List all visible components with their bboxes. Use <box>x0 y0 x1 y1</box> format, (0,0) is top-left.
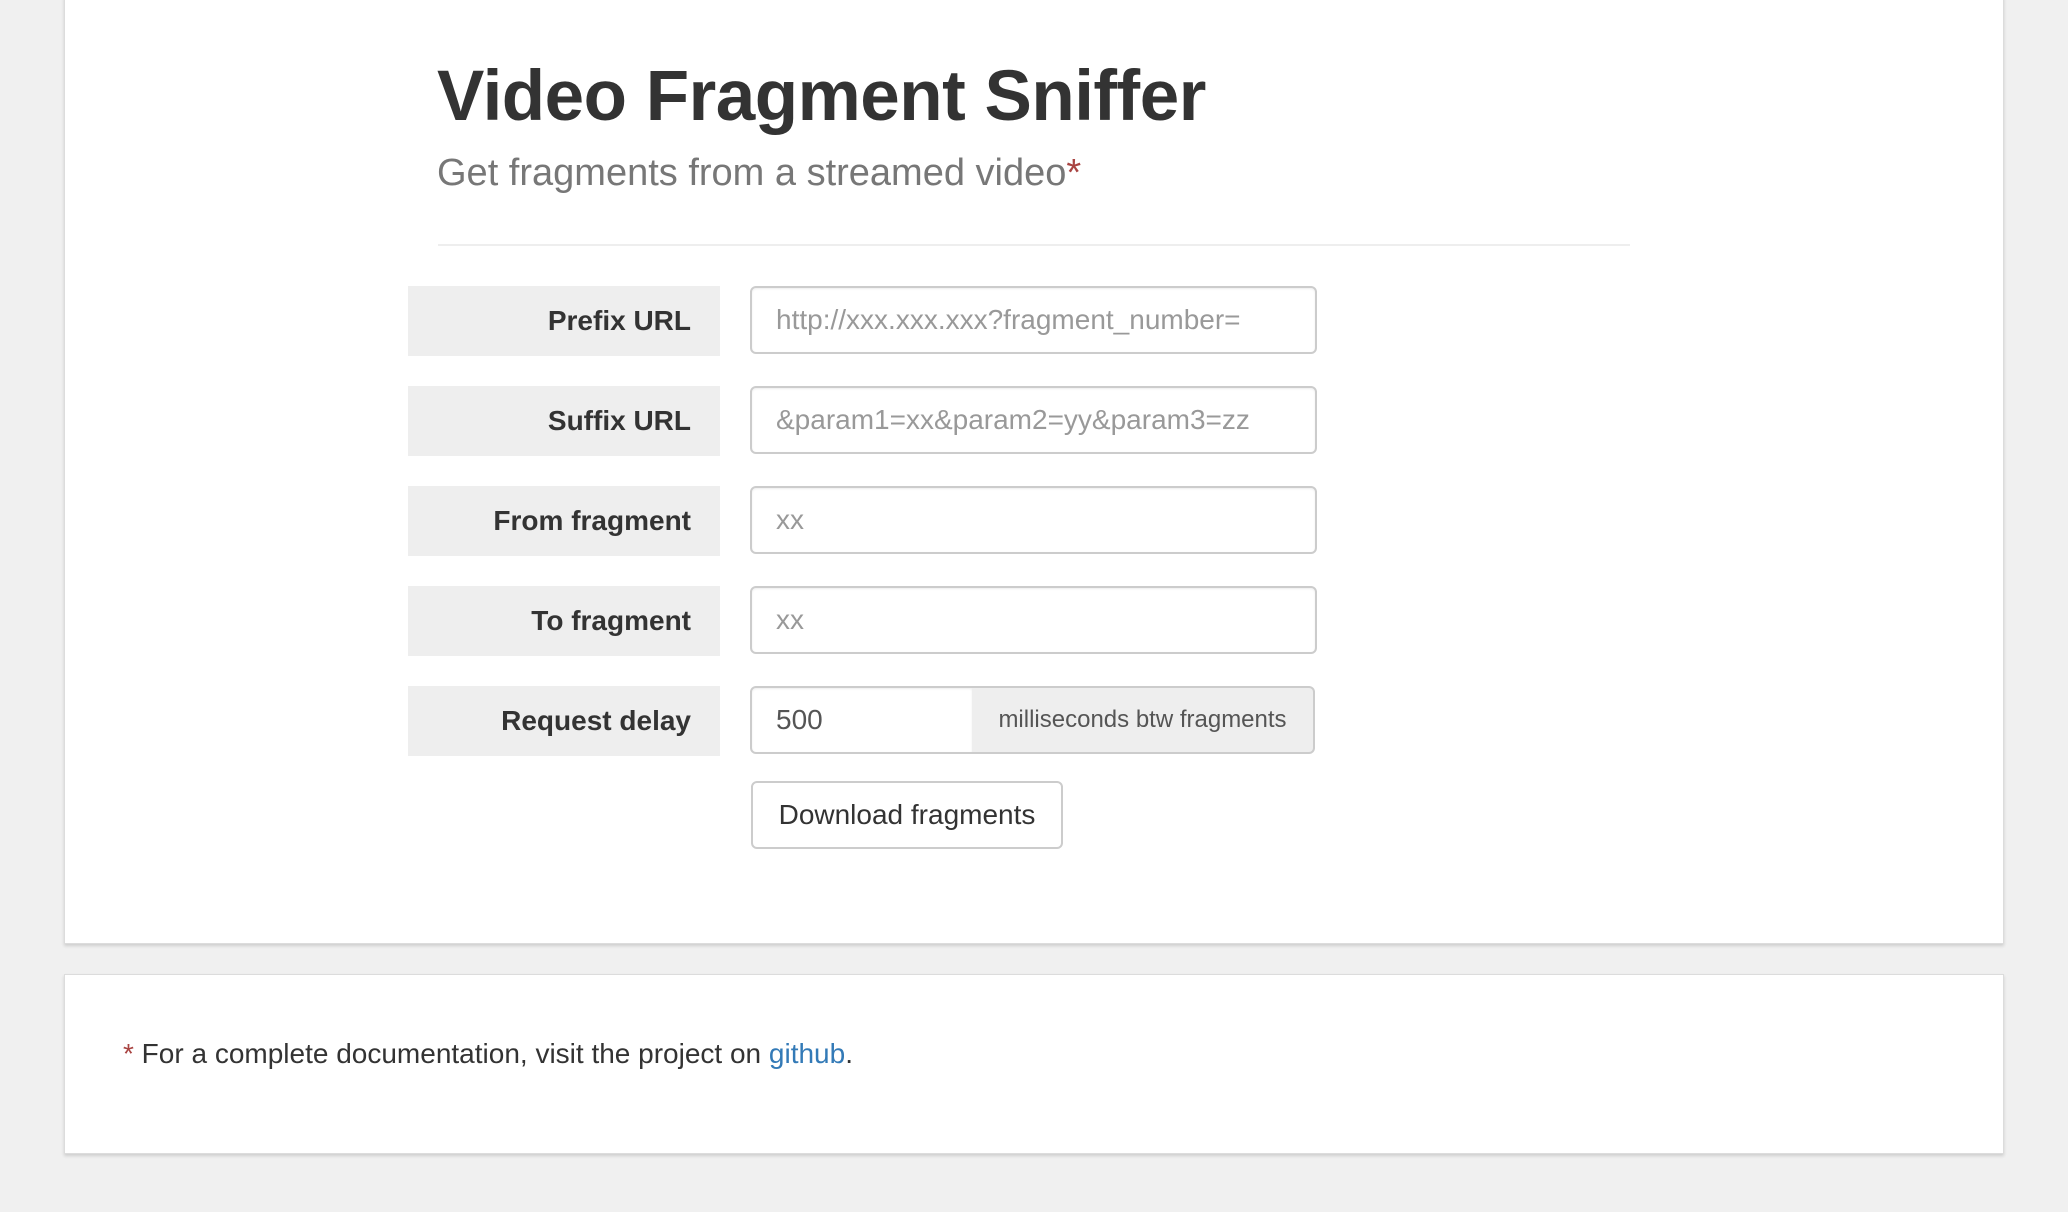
request-delay-unit: milliseconds btw fragments <box>972 686 1315 754</box>
footer-note: * For a complete documentation, visit th… <box>123 1036 853 1072</box>
footer-text-before-link: For a complete documentation, visit the … <box>133 1038 769 1069</box>
prefix-url-input[interactable] <box>750 286 1317 354</box>
from-fragment-label: From fragment <box>408 486 720 556</box>
github-link[interactable]: github <box>769 1038 845 1069</box>
request-delay-label: Request delay <box>408 686 720 756</box>
page-subtitle: Get fragments from a streamed video* <box>437 151 1081 195</box>
footer-asterisk: * <box>123 1038 134 1069</box>
header-divider <box>438 244 1630 246</box>
suffix-url-label: Suffix URL <box>408 386 720 456</box>
from-fragment-input[interactable] <box>750 486 1317 554</box>
to-fragment-label: To fragment <box>408 586 720 656</box>
to-fragment-input[interactable] <box>750 586 1317 654</box>
download-fragments-button[interactable]: Download fragments <box>751 781 1063 849</box>
page-title: Video Fragment Sniffer <box>437 57 1206 136</box>
subtitle-asterisk: * <box>1066 152 1082 194</box>
request-delay-input[interactable] <box>750 686 974 754</box>
main-panel: Video Fragment Sniffer Get fragments fro… <box>64 0 2004 944</box>
suffix-url-input[interactable] <box>750 386 1317 454</box>
prefix-url-label: Prefix URL <box>408 286 720 356</box>
footer-text-after-link: . <box>845 1038 853 1069</box>
subtitle-text: Get fragments from a streamed video <box>437 152 1067 194</box>
footer-panel: * For a complete documentation, visit th… <box>64 974 2004 1154</box>
